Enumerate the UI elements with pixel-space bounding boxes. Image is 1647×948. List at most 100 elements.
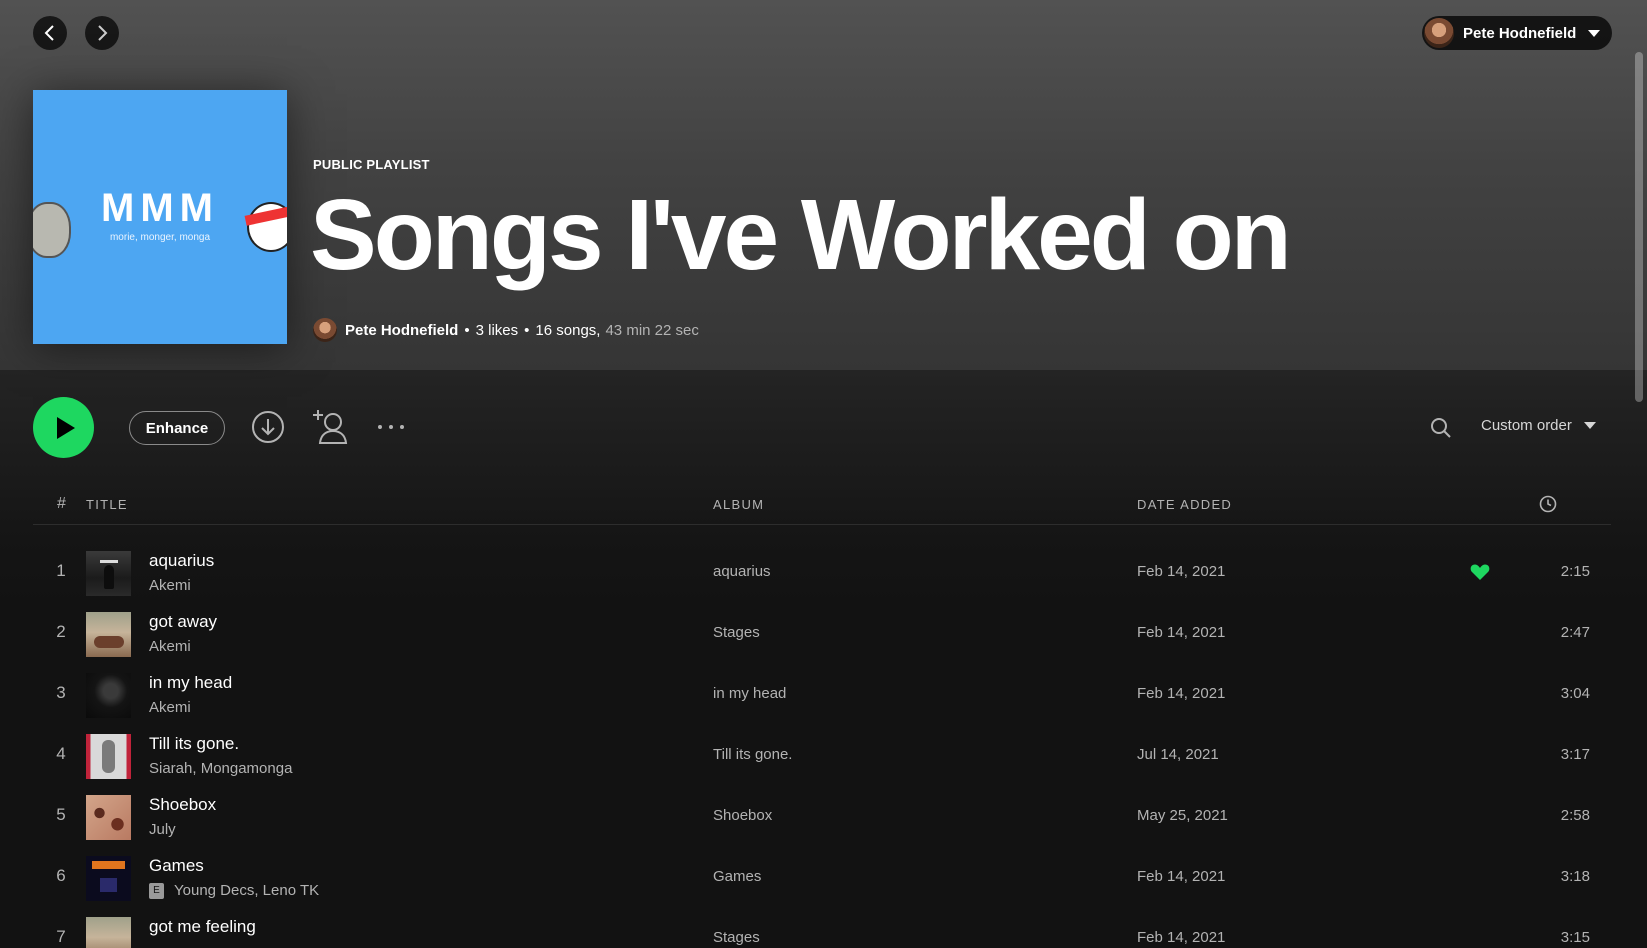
- track-album[interactable]: Stages: [713, 929, 760, 946]
- track-title[interactable]: got me feeling: [149, 917, 256, 937]
- user-name: Pete Hodnefield: [1463, 24, 1577, 42]
- track-artwork: [86, 795, 131, 840]
- track-date-added: Feb 14, 2021: [1137, 868, 1226, 885]
- owner-link[interactable]: Pete Hodnefield: [345, 322, 458, 339]
- track-album[interactable]: Stages: [713, 624, 760, 641]
- clock-icon: [1539, 495, 1557, 513]
- column-title[interactable]: Title: [86, 497, 128, 512]
- playlist-cover-image[interactable]: MMM morie, monger, monga: [33, 90, 287, 344]
- track-title[interactable]: Shoebox: [149, 795, 216, 815]
- chevron-left-icon: [44, 25, 54, 41]
- cover-logo-text: MMM: [101, 186, 219, 230]
- track-title[interactable]: aquarius: [149, 551, 214, 571]
- back-button[interactable]: [33, 16, 67, 50]
- caret-down-icon: [1583, 422, 1596, 429]
- track-number: 1: [56, 561, 66, 580]
- track-artwork: [86, 551, 131, 596]
- track-title[interactable]: Till its gone.: [149, 734, 239, 754]
- track-artwork: [86, 856, 131, 901]
- column-album[interactable]: Album: [713, 497, 764, 512]
- track-date-added: Feb 14, 2021: [1137, 929, 1226, 946]
- track-date-added: Feb 14, 2021: [1137, 624, 1226, 641]
- table-row[interactable]: 6 Games E Young Decs, Leno TK Games Feb …: [33, 849, 1611, 907]
- track-date-added: Feb 14, 2021: [1137, 685, 1226, 702]
- scrollbar[interactable]: [1635, 52, 1643, 402]
- songs-count: 16 songs,: [535, 321, 601, 339]
- column-duration[interactable]: [1539, 495, 1557, 516]
- forward-button[interactable]: [85, 16, 119, 50]
- track-duration: 3:17: [1560, 746, 1590, 763]
- playlist-type-label: PUBLIC PLAYLIST: [313, 157, 430, 172]
- track-date-added: Jul 14, 2021: [1137, 746, 1219, 763]
- invite-collaborator-button[interactable]: [311, 408, 349, 446]
- playlist-meta: Pete Hodnefield • 3 likes • 16 songs, 43…: [313, 318, 699, 342]
- track-album[interactable]: aquarius: [713, 563, 771, 580]
- track-duration: 2:58: [1560, 807, 1590, 824]
- heart-icon: [1470, 564, 1490, 580]
- track-duration: 2:47: [1560, 624, 1590, 641]
- caret-down-icon: [1588, 29, 1600, 37]
- play-icon: [57, 416, 75, 439]
- avatar: [1424, 18, 1454, 48]
- table-row[interactable]: 4 Till its gone. Siarah, Mongamonga Till…: [33, 727, 1611, 785]
- track-duration: 2:15: [1560, 563, 1590, 580]
- track-artist[interactable]: E Young Decs, Leno TK: [149, 882, 319, 899]
- chevron-right-icon: [98, 25, 108, 41]
- like-button[interactable]: [1470, 563, 1490, 586]
- track-duration: 3:04: [1560, 685, 1590, 702]
- track-artist[interactable]: Siarah, Mongamonga: [149, 760, 292, 777]
- meta-separator: •: [464, 321, 470, 339]
- track-number: 5: [56, 805, 66, 824]
- cover-logo-subtitle: morie, monger, monga: [109, 232, 211, 243]
- search-icon: [1431, 418, 1451, 438]
- column-date-added[interactable]: Date added: [1137, 497, 1232, 512]
- enhance-button[interactable]: Enhance: [129, 411, 225, 445]
- track-album[interactable]: Games: [713, 868, 761, 885]
- total-duration: 43 min 22 sec: [605, 321, 699, 339]
- table-row[interactable]: 3 in my head Akemi in my head Feb 14, 20…: [33, 666, 1611, 724]
- track-title[interactable]: got away: [149, 612, 217, 632]
- track-title[interactable]: in my head: [149, 673, 232, 693]
- track-artwork: [86, 673, 131, 718]
- explicit-badge: E: [149, 882, 164, 899]
- track-artist[interactable]: Akemi: [149, 638, 191, 655]
- track-number: 7: [56, 927, 66, 946]
- add-user-icon: [313, 410, 348, 444]
- track-date-added: May 25, 2021: [1137, 807, 1228, 824]
- likes-count: 3 likes: [475, 321, 519, 339]
- spotify-playlist-page: Pete Hodnefield MMM morie, monger, monga…: [0, 0, 1647, 948]
- sort-label: Custom order: [1481, 417, 1572, 434]
- user-menu-button[interactable]: Pete Hodnefield: [1422, 16, 1612, 50]
- table-row[interactable]: 1 aquarius Akemi aquarius Feb 14, 2021 2…: [33, 544, 1611, 602]
- table-row[interactable]: 2 got away Akemi Stages Feb 14, 2021 2:4…: [33, 605, 1611, 663]
- download-icon: [252, 411, 284, 443]
- track-artist[interactable]: Akemi: [149, 577, 191, 594]
- more-options-button[interactable]: [375, 418, 407, 436]
- play-button[interactable]: [33, 397, 94, 458]
- track-number: 2: [56, 622, 66, 641]
- track-artist-names[interactable]: Young Decs, Leno TK: [174, 882, 319, 899]
- track-artwork: [86, 917, 131, 948]
- track-duration: 3:18: [1560, 868, 1590, 885]
- table-row[interactable]: 5 Shoebox July Shoebox May 25, 2021 2:58: [33, 788, 1611, 846]
- track-artwork: [86, 734, 131, 779]
- track-album[interactable]: in my head: [713, 685, 786, 702]
- page-title[interactable]: Songs I've Worked on: [310, 175, 1292, 295]
- track-number: 3: [56, 683, 66, 702]
- track-artist[interactable]: July: [149, 821, 176, 838]
- track-album[interactable]: Shoebox: [713, 807, 772, 824]
- track-album[interactable]: Till its gone.: [713, 746, 792, 763]
- download-button[interactable]: [251, 410, 285, 444]
- track-artwork: [86, 612, 131, 657]
- track-title[interactable]: Games: [149, 856, 204, 876]
- search-in-playlist-button[interactable]: [1430, 417, 1452, 439]
- owner-avatar: [313, 318, 337, 342]
- meta-separator: •: [524, 321, 530, 339]
- track-number: 6: [56, 866, 66, 885]
- sort-dropdown[interactable]: Custom order: [1481, 417, 1596, 434]
- column-number: #: [57, 495, 66, 512]
- track-number: 4: [56, 744, 66, 763]
- track-table-header: # Title Album Date added: [33, 490, 1611, 525]
- track-artist[interactable]: Akemi: [149, 699, 191, 716]
- table-row[interactable]: 7 got me feeling Stages Feb 14, 2021 3:1…: [33, 910, 1611, 948]
